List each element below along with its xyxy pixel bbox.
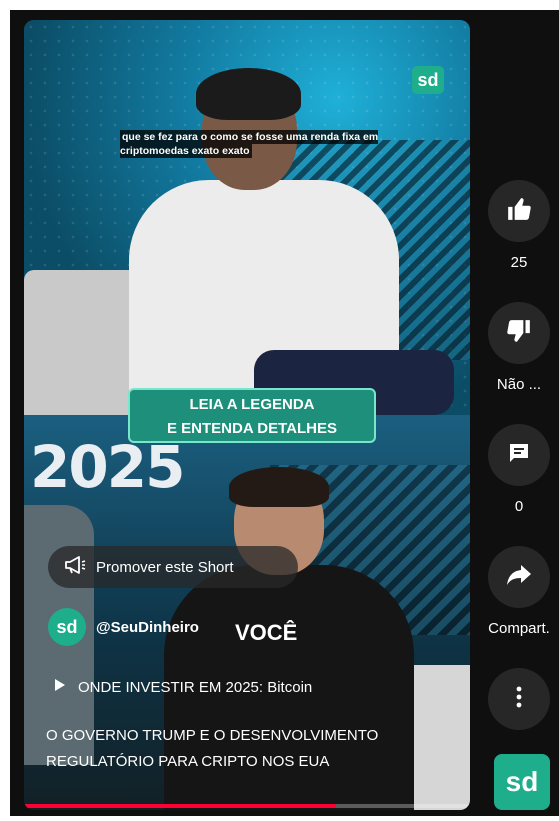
legend-line-2: E ENTENDA DETALHES bbox=[166, 420, 337, 437]
promote-short-button[interactable]: Promover este Short bbox=[48, 546, 298, 588]
video-overlay-text: VOCÊ bbox=[235, 620, 298, 645]
playlist-link[interactable]: ONDE INVESTIR EM 2025: Bitcoin bbox=[54, 678, 312, 697]
short-title[interactable]: O GOVERNO TRUMP E O DESENVOLVIMENTO REGU… bbox=[46, 723, 446, 775]
dislike-label: Não ... bbox=[496, 376, 542, 393]
video-caption: que se fez para o como se fosse uma rend… bbox=[120, 130, 379, 158]
thumbs-down-icon bbox=[506, 318, 532, 349]
channel-info: sd @SeuDinheiro bbox=[48, 608, 199, 646]
legend-callout: LEIA A LEGENDA E ENTENDA DETALHES bbox=[128, 388, 376, 443]
like-button[interactable] bbox=[488, 180, 550, 242]
video-progress-fill bbox=[24, 804, 337, 808]
video-progress-bar[interactable] bbox=[24, 804, 470, 808]
comments-button[interactable] bbox=[488, 424, 550, 486]
channel-avatar[interactable]: sd bbox=[48, 608, 86, 646]
like-count: 25 bbox=[510, 254, 528, 271]
more-vertical-icon bbox=[516, 686, 522, 713]
channel-badge-button[interactable]: sd bbox=[494, 754, 550, 810]
share-label: Compart. bbox=[488, 620, 550, 637]
play-icon bbox=[54, 678, 66, 697]
sd-watermark-logo: sd bbox=[412, 66, 444, 94]
playlist-label: ONDE INVESTIR EM 2025: Bitcoin bbox=[78, 679, 313, 696]
channel-handle[interactable]: @SeuDinheiro bbox=[96, 619, 199, 636]
share-button[interactable] bbox=[488, 546, 550, 608]
dislike-button[interactable] bbox=[488, 302, 550, 364]
thumbs-up-icon bbox=[506, 196, 532, 227]
comment-count: 0 bbox=[514, 498, 524, 515]
share-arrow-icon bbox=[506, 564, 532, 591]
comment-icon bbox=[507, 441, 531, 470]
megaphone-icon bbox=[64, 555, 86, 579]
legend-line-1: LEIA A LEGENDA bbox=[189, 396, 315, 413]
video-scene-top bbox=[24, 20, 470, 415]
background-2025-text: 2025 bbox=[30, 433, 185, 501]
more-options-button[interactable] bbox=[488, 668, 550, 730]
promote-short-label: Promover este Short bbox=[96, 558, 234, 576]
